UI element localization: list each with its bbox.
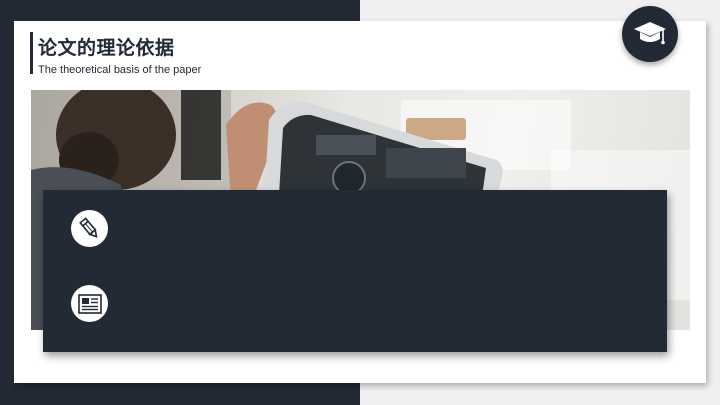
newspaper-icon [77, 293, 102, 314]
content-panel [43, 190, 667, 352]
graduation-cap-icon [634, 22, 666, 45]
page-title: 论文的理论依据 [38, 37, 175, 59]
graduation-cap-badge [622, 6, 678, 62]
item-1-icon-circle [71, 210, 108, 247]
title-accent-bar [30, 32, 33, 74]
page-subtitle: The theoretical basis of the paper [38, 64, 202, 76]
item-2-icon-circle [71, 285, 108, 322]
pencil-icon [78, 216, 97, 238]
